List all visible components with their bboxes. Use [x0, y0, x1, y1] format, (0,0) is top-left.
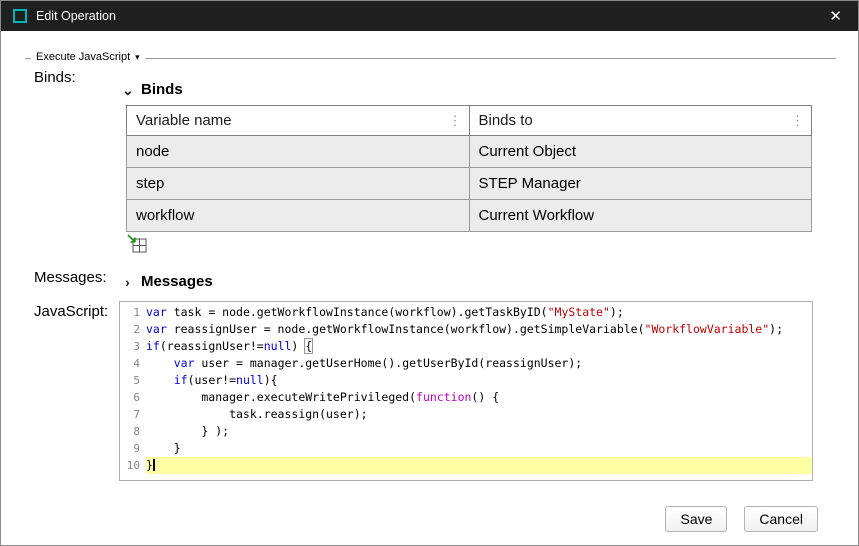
javascript-label: JavaScript: — [34, 303, 108, 320]
close-icon[interactable]: ✕ — [825, 5, 846, 27]
line-number: 5 — [120, 372, 146, 389]
operation-type-label: Execute JavaScript — [36, 51, 130, 63]
code-editor-lines: 1var task = node.getWorkflowInstance(wor… — [120, 304, 812, 474]
dialog-content: Execute JavaScript ▾ Binds: ⌄ Binds Vari… — [1, 31, 858, 546]
messages-section-title: Messages — [141, 273, 213, 290]
group-border — [25, 58, 836, 59]
line-number: 6 — [120, 389, 146, 406]
column-menu-icon[interactable]: ⋮ — [449, 113, 462, 129]
messages-label: Messages: — [34, 269, 107, 286]
line-number: 3 — [120, 338, 146, 355]
dialog-footer: Save Cancel — [665, 506, 818, 532]
operation-type-dropdown[interactable]: Execute JavaScript ▾ — [31, 51, 145, 63]
binds-to-cell: STEP Manager — [469, 168, 812, 200]
line-number: 4 — [120, 355, 146, 372]
column-header-variable-name[interactable]: Variable name ⋮ — [127, 106, 470, 136]
line-number: 8 — [120, 423, 146, 440]
code-line[interactable]: 7 task.reassign(user); — [120, 406, 812, 423]
messages-section-toggle[interactable]: › Messages — [122, 273, 213, 290]
line-number: 10 — [120, 457, 146, 474]
code-line[interactable]: 1var task = node.getWorkflowInstance(wor… — [120, 304, 812, 321]
save-button[interactable]: Save — [665, 506, 727, 532]
variable-name-cell: step — [127, 168, 470, 200]
variable-name-cell: node — [127, 136, 470, 168]
code-text: var reassignUser = node.getWorkflowInsta… — [146, 321, 812, 338]
code-text: } — [146, 440, 812, 457]
variable-name-cell: workflow — [127, 200, 470, 232]
app-icon — [13, 9, 27, 23]
chevron-down-icon: ▾ — [135, 53, 140, 62]
window-title: Edit Operation — [36, 9, 116, 23]
binds-section-title: Binds — [141, 81, 183, 98]
line-number: 2 — [120, 321, 146, 338]
binds-label: Binds: — [34, 69, 76, 86]
edit-operation-dialog: Edit Operation ✕ Execute JavaScript ▾ Bi… — [0, 0, 859, 546]
column-header-label: Variable name — [136, 112, 232, 129]
code-line[interactable]: 6 manager.executeWritePrivileged(functio… — [120, 389, 812, 406]
table-row[interactable]: stepSTEP Manager — [127, 168, 812, 200]
chevron-down-icon: ⌄ — [122, 83, 133, 97]
javascript-code-editor[interactable]: 1var task = node.getWorkflowInstance(wor… — [119, 301, 813, 481]
binds-to-cell: Current Object — [469, 136, 812, 168]
line-number: 7 — [120, 406, 146, 423]
code-text: if(reassignUser!=null) { — [146, 338, 812, 355]
code-text: task.reassign(user); — [146, 406, 812, 423]
line-number: 9 — [120, 440, 146, 457]
line-number: 1 — [120, 304, 146, 321]
table-row[interactable]: nodeCurrent Object — [127, 136, 812, 168]
cancel-button[interactable]: Cancel — [744, 506, 818, 532]
binds-section-toggle[interactable]: ⌄ Binds — [122, 81, 183, 98]
code-line[interactable]: 8 } ); — [120, 423, 812, 440]
code-line[interactable]: 3if(reassignUser!=null) { — [120, 338, 812, 355]
binds-table: Variable name ⋮ Binds to ⋮ nodeCurrent O… — [126, 105, 812, 232]
binds-to-cell: Current Workflow — [469, 200, 812, 232]
column-header-binds-to[interactable]: Binds to ⋮ — [469, 106, 812, 136]
code-text: if(user!=null){ — [146, 372, 812, 389]
export-table-icon[interactable] — [127, 234, 147, 253]
code-line[interactable]: 5 if(user!=null){ — [120, 372, 812, 389]
code-text: } — [146, 457, 812, 474]
code-line[interactable]: 10} — [120, 457, 812, 474]
text-caret — [153, 459, 155, 471]
column-header-label: Binds to — [479, 112, 533, 129]
titlebar[interactable]: Edit Operation ✕ — [1, 1, 858, 31]
binds-table-body: nodeCurrent ObjectstepSTEP Managerworkfl… — [127, 136, 812, 232]
code-text: manager.executeWritePrivileged(function(… — [146, 389, 812, 406]
code-text: var user = manager.getUserHome().getUser… — [146, 355, 812, 372]
code-text: } ); — [146, 423, 812, 440]
code-text: var task = node.getWorkflowInstance(work… — [146, 304, 812, 321]
binds-table-header-row: Variable name ⋮ Binds to ⋮ — [127, 106, 812, 136]
code-line[interactable]: 9 } — [120, 440, 812, 457]
code-line[interactable]: 2var reassignUser = node.getWorkflowInst… — [120, 321, 812, 338]
chevron-right-icon: › — [122, 275, 133, 289]
column-menu-icon[interactable]: ⋮ — [791, 113, 804, 129]
code-line[interactable]: 4 var user = manager.getUserHome().getUs… — [120, 355, 812, 372]
table-row[interactable]: workflowCurrent Workflow — [127, 200, 812, 232]
